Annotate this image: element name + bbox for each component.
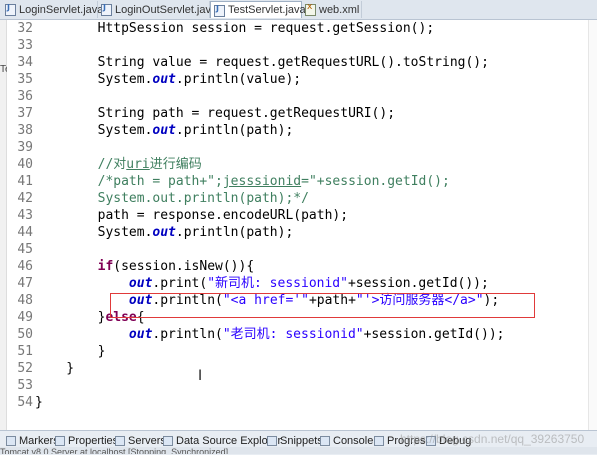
left-panel-edge: [0, 20, 7, 430]
line-number: 42: [17, 191, 33, 206]
properties-icon: [55, 436, 65, 446]
line-number: 32: [17, 21, 33, 36]
code-line-43: path = response.encodeURL(path);: [35, 208, 349, 223]
java-file-icon: [5, 3, 16, 16]
code-line-46: if(session.isNew()){: [97, 259, 255, 274]
code-line-34: String value = request.getRequestURL().t…: [35, 55, 489, 70]
java-file-icon: [214, 4, 225, 17]
highlight-box: [110, 293, 535, 318]
xml-file-icon: [305, 2, 316, 16]
code-line-35: System.out.println(value);: [35, 72, 302, 87]
text-cursor-icon: I: [198, 368, 203, 384]
line-number: 45: [17, 242, 33, 257]
code-line-38: System.out.println(path);: [35, 123, 294, 138]
tab-testservlet[interactable]: TestServlet.java: [210, 1, 306, 18]
line-number: 49: [17, 310, 33, 325]
line-number: 47: [17, 276, 33, 291]
line-number: 38: [17, 123, 33, 138]
line-number: 50: [17, 327, 33, 342]
progress-icon: [374, 436, 384, 446]
tab-loginoutservlet[interactable]: LoginOutServlet.java: [98, 1, 217, 18]
line-number: 33: [17, 38, 33, 53]
line-number: 53: [17, 378, 33, 393]
console-icon: [320, 436, 330, 446]
tab-label: LoginOutServlet.java: [115, 3, 218, 16]
line-number: 35: [17, 72, 33, 87]
code-line-54: }: [35, 395, 43, 410]
line-number: 34: [17, 55, 33, 70]
code-line-42: System.out.println(path);*/: [35, 191, 309, 206]
code-line-50: out.println("老司机: sessionid"+session.get…: [128, 327, 505, 342]
line-number: 40: [17, 157, 33, 172]
tab-loginservlet[interactable]: LoginServlet.java: [2, 1, 103, 18]
code-line-32: HttpSession session = request.getSession…: [35, 21, 435, 36]
line-number: 51: [17, 344, 33, 359]
tab-label: web.xml: [319, 3, 360, 16]
console-status-line: Tomcat v8.0 Server at localhost [Stoppin…: [0, 447, 597, 454]
code-line-51: }: [35, 344, 106, 359]
data-source-icon: [163, 436, 173, 446]
code-line-44: System.out.println(path);: [35, 225, 294, 240]
line-number: 44: [17, 225, 33, 240]
line-number: 48: [17, 293, 33, 308]
line-number: 54: [17, 395, 33, 410]
servers-icon: [115, 436, 125, 446]
line-number: 46: [17, 259, 33, 274]
line-number: 43: [17, 208, 33, 223]
java-file-icon: [101, 3, 112, 16]
line-number: 39: [17, 140, 33, 155]
tab-label: TestServlet.java: [228, 4, 306, 16]
code-line-40: //对uri进行编码: [35, 157, 202, 172]
line-number-gutter: 32 33 34 35 36 37 38 39 40 41 42 43 44 4…: [7, 20, 34, 430]
line-number: 52: [17, 361, 33, 376]
code-line-41: /*path = path+";jesssionid="+session.get…: [35, 174, 450, 189]
watermark: https://blog.csdn.net/qq_39263750: [400, 432, 585, 446]
overview-ruler[interactable]: [588, 20, 597, 430]
line-number: 41: [17, 174, 33, 189]
code-line-37: String path = request.getRequestURI();: [35, 106, 396, 121]
code-line-47: out.print("新司机: sessionid"+session.getId…: [128, 276, 489, 291]
markers-icon: [6, 436, 16, 446]
tab-label: LoginServlet.java: [19, 3, 104, 16]
snippets-icon: [267, 436, 277, 446]
line-number: 37: [17, 106, 33, 121]
editor-tab-bar: LoginServlet.java LoginOutServlet.java T…: [0, 0, 597, 20]
code-line-52: }: [35, 361, 75, 376]
line-number: 36: [17, 89, 33, 104]
tab-web-xml[interactable]: web.xml: [302, 1, 362, 18]
